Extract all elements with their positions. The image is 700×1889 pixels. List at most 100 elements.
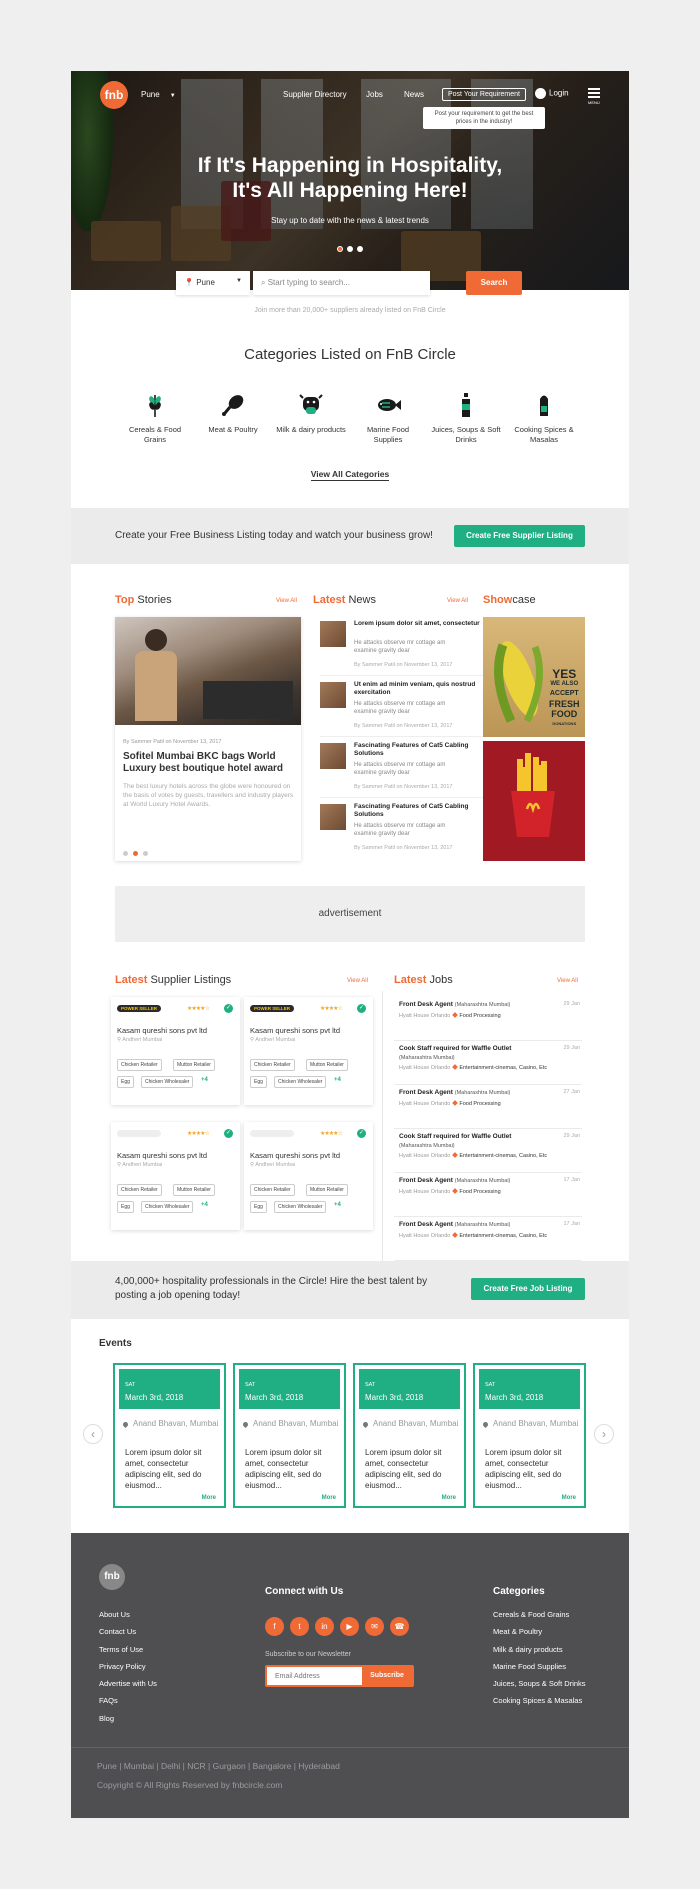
- footer-category-link[interactable]: Milk & dairy products: [493, 1641, 586, 1658]
- slider-dot[interactable]: [357, 246, 363, 252]
- hamburger-menu-icon[interactable]: MENU: [588, 88, 600, 105]
- footer-link[interactable]: Terms of Use: [99, 1641, 157, 1658]
- story-headline[interactable]: Sofitel Mumbai BKC bags World Luxury bes…: [123, 751, 295, 775]
- create-job-listing-button[interactable]: Create Free Job Listing: [471, 1278, 585, 1300]
- post-requirement-button[interactable]: Post Your Requirement: [442, 88, 526, 101]
- tag-chip[interactable]: Chicken Retailer: [117, 1059, 162, 1071]
- chevron-right-icon[interactable]: ›: [594, 1424, 614, 1444]
- tag-chip[interactable]: Chicken Retailer: [117, 1184, 162, 1196]
- search-button[interactable]: Search: [466, 271, 522, 295]
- tag-chip[interactable]: Chicken Retailer: [250, 1059, 295, 1071]
- job-item[interactable]: Cook Staff required for Waffle Outlet (Ma…: [394, 1129, 582, 1173]
- subscribe-button[interactable]: Subscribe: [362, 1667, 412, 1685]
- news-item[interactable]: Lorem ipsum dolor sit amet, consectetur H…: [320, 618, 484, 676]
- job-item[interactable]: Cook Staff required for Waffle Outlet (Ma…: [394, 1041, 582, 1085]
- category-marine[interactable]: Marine Food Supplies: [352, 391, 424, 445]
- category-spices[interactable]: Cooking Spices & Masalas: [508, 391, 580, 445]
- event-more-link[interactable]: More: [202, 1495, 216, 1501]
- news-view-all[interactable]: View All: [447, 598, 468, 604]
- search-city-select[interactable]: 📍 Pune ▼: [176, 271, 250, 295]
- event-card[interactable]: SAT March 3rd, 2018 Anand Bhavan, Mumbai Lo…: [353, 1363, 466, 1508]
- supplier-card[interactable]: POWER SELLER ★★★★☆ ✓ Kasam qureshi sons …: [111, 1122, 240, 1230]
- email-input[interactable]: Email Address: [275, 1673, 320, 1680]
- footer-link[interactable]: Blog: [99, 1710, 157, 1727]
- more-tags-count[interactable]: +4: [201, 1077, 208, 1083]
- supplier-name[interactable]: Kasam qureshi sons pvt ltd: [117, 1026, 207, 1035]
- supplier-name[interactable]: Kasam qureshi sons pvt ltd: [117, 1151, 207, 1160]
- news-item[interactable]: Fascinating Features of Cat5 Cabling Sol…: [320, 740, 484, 798]
- footer-category-link[interactable]: Cooking Spices & Masalas: [493, 1692, 586, 1709]
- supplier-name[interactable]: Kasam qureshi sons pvt ltd: [250, 1151, 340, 1160]
- tag-chip[interactable]: Mutton Retailer: [306, 1184, 348, 1196]
- create-supplier-listing-button[interactable]: Create Free Supplier Listing: [454, 525, 585, 547]
- footer-link[interactable]: About Us: [99, 1606, 157, 1623]
- phone-icon[interactable]: ☎: [390, 1617, 409, 1636]
- slider-dot[interactable]: [133, 851, 138, 856]
- category-juices[interactable]: Juices, Soups & Soft Drinks: [430, 391, 502, 445]
- tag-chip[interactable]: Chicken Wholesaler: [274, 1201, 327, 1213]
- supplier-card[interactable]: POWER SELLER ★★★★☆ ✓ Kasam qureshi sons …: [111, 997, 240, 1105]
- job-item[interactable]: Front Desk Agent (Maharashtra Mumbai) 27 …: [394, 1085, 582, 1129]
- linkedin-icon[interactable]: in: [315, 1617, 334, 1636]
- footer-category-link[interactable]: Cereals & Food Grains: [493, 1606, 586, 1623]
- job-item[interactable]: Front Desk Agent (Maharashtra Mumbai) 17 …: [394, 1217, 582, 1261]
- jobs-view-all[interactable]: View All: [557, 978, 578, 984]
- event-more-link[interactable]: More: [322, 1495, 336, 1501]
- tag-chip[interactable]: Mutton Retailer: [173, 1059, 215, 1071]
- login-button[interactable]: Login: [535, 88, 569, 99]
- footer-logo[interactable]: fnb: [99, 1564, 125, 1590]
- more-tags-count[interactable]: +4: [201, 1202, 208, 1208]
- slider-dot[interactable]: [337, 246, 343, 252]
- tag-chip[interactable]: Egg: [117, 1201, 134, 1213]
- news-item[interactable]: Ut enim ad minim veniam, quis nostrud ex…: [320, 679, 484, 737]
- supplier-card[interactable]: POWER SELLER ★★★★☆ ✓ Kasam qureshi sons …: [244, 1122, 373, 1230]
- tag-chip[interactable]: Chicken Wholesaler: [141, 1201, 194, 1213]
- footer-link[interactable]: Advertise with Us: [99, 1675, 157, 1692]
- view-all-categories-link[interactable]: View All Categories: [71, 469, 629, 481]
- mail-icon[interactable]: ✉: [365, 1617, 384, 1636]
- footer-category-link[interactable]: Marine Food Supplies: [493, 1658, 586, 1675]
- event-more-link[interactable]: More: [442, 1495, 456, 1501]
- tag-chip[interactable]: Chicken Wholesaler: [141, 1076, 194, 1088]
- category-meat[interactable]: Meat & Poultry: [197, 391, 269, 435]
- event-more-link[interactable]: More: [562, 1495, 576, 1501]
- city-selector[interactable]: Pune ▼: [141, 90, 176, 99]
- stories-view-all[interactable]: View All: [276, 598, 297, 604]
- footer-category-link[interactable]: Meat & Poultry: [493, 1623, 586, 1640]
- event-card[interactable]: SAT March 3rd, 2018 Anand Bhavan, Mumbai Lo…: [473, 1363, 586, 1508]
- nav-jobs[interactable]: Jobs: [366, 90, 383, 99]
- twitter-icon[interactable]: t: [290, 1617, 309, 1636]
- slider-dot[interactable]: [123, 851, 128, 856]
- supplier-card[interactable]: POWER SELLER ★★★★☆ ✓ Kasam qureshi sons …: [244, 997, 373, 1105]
- tag-chip[interactable]: Mutton Retailer: [173, 1184, 215, 1196]
- footer-category-link[interactable]: Juices, Soups & Soft Drinks: [493, 1675, 586, 1692]
- tag-chip[interactable]: Egg: [250, 1201, 267, 1213]
- facebook-icon[interactable]: f: [265, 1617, 284, 1636]
- event-card[interactable]: SAT March 3rd, 2018 Anand Bhavan, Mumbai Lo…: [113, 1363, 226, 1508]
- search-input[interactable]: ⌕ Start typing to search...: [253, 271, 430, 295]
- job-item[interactable]: Front Desk Agent (Maharashtra Mumbai) 17 …: [394, 1173, 582, 1217]
- more-tags-count[interactable]: +4: [334, 1077, 341, 1083]
- slider-dot[interactable]: [347, 246, 353, 252]
- chevron-left-icon[interactable]: ‹: [83, 1424, 103, 1444]
- fnb-logo[interactable]: fnb: [100, 81, 128, 109]
- category-cereals[interactable]: Cereals & Food Grains: [119, 391, 191, 445]
- showcase-ad-fries[interactable]: [483, 741, 585, 861]
- supplier-name[interactable]: Kasam qureshi sons pvt ltd: [250, 1026, 340, 1035]
- nav-supplier-directory[interactable]: Supplier Directory: [283, 90, 347, 99]
- showcase-ad-corn[interactable]: YES WE ALSO ACCEPT FRESH FOOD DONATIONS: [483, 617, 585, 737]
- tag-chip[interactable]: Mutton Retailer: [306, 1059, 348, 1071]
- event-card[interactable]: SAT March 3rd, 2018 Anand Bhavan, Mumbai Lo…: [233, 1363, 346, 1508]
- top-story-card[interactable]: By Sammer Patil on November 13, 2017 Sof…: [115, 617, 301, 861]
- category-dairy[interactable]: Milk & dairy products: [275, 391, 347, 435]
- nav-news[interactable]: News: [404, 90, 424, 99]
- news-item[interactable]: Fascinating Features of Cat5 Cabling Sol…: [320, 801, 484, 859]
- footer-link[interactable]: Contact Us: [99, 1623, 157, 1640]
- more-tags-count[interactable]: +4: [334, 1202, 341, 1208]
- tag-chip[interactable]: Egg: [117, 1076, 134, 1088]
- youtube-icon[interactable]: ▶: [340, 1617, 359, 1636]
- tag-chip[interactable]: Egg: [250, 1076, 267, 1088]
- job-item[interactable]: Front Desk Agent (Maharashtra Mumbai) 29 …: [394, 997, 582, 1041]
- tag-chip[interactable]: Chicken Retailer: [250, 1184, 295, 1196]
- footer-link[interactable]: FAQs: [99, 1692, 157, 1709]
